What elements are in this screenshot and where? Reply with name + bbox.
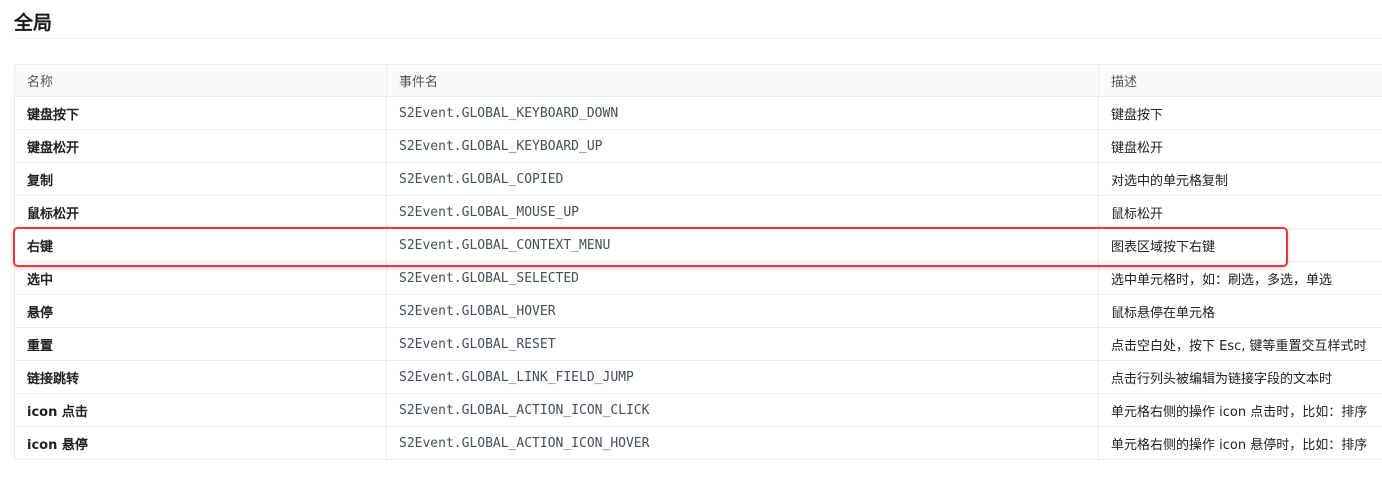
table-row: 链接跳转 S2Event.GLOBAL_LINK_FIELD_JUMP 点击行列…: [14, 360, 1382, 394]
table-row-highlighted: 右键 S2Event.GLOBAL_CONTEXT_MENU 图表区域按下右键: [14, 228, 1382, 262]
row-description: 键盘松开: [1098, 129, 1382, 163]
row-description: 选中单元格时，如：刷选，多选，单选: [1098, 261, 1382, 295]
row-name: icon 悬停: [14, 426, 387, 460]
row-event: S2Event.GLOBAL_COPIED: [386, 162, 1099, 196]
row-event: S2Event.GLOBAL_ACTION_ICON_HOVER: [386, 426, 1099, 460]
row-description: 对选中的单元格复制: [1098, 162, 1382, 196]
table-row: icon 点击 S2Event.GLOBAL_ACTION_ICON_CLICK…: [14, 393, 1382, 427]
table-row: icon 悬停 S2Event.GLOBAL_ACTION_ICON_HOVER…: [14, 426, 1382, 460]
row-description: 鼠标悬停在单元格: [1098, 294, 1382, 328]
row-description: 单元格右侧的操作 icon 悬停时，比如：排序: [1098, 426, 1382, 460]
row-name: 复制: [14, 162, 387, 196]
row-event: S2Event.GLOBAL_ACTION_ICON_CLICK: [386, 393, 1099, 427]
row-event: S2Event.GLOBAL_KEYBOARD_DOWN: [386, 96, 1099, 130]
row-name: 键盘按下: [14, 96, 387, 130]
page-title: 全局: [14, 12, 53, 34]
row-name: 重置: [14, 327, 387, 361]
row-name: 键盘松开: [14, 129, 387, 163]
row-event: S2Event.GLOBAL_KEYBOARD_UP: [386, 129, 1099, 163]
row-name: 鼠标松开: [14, 195, 387, 229]
table-header-row: 名称 事件名 描述: [14, 64, 1382, 97]
row-event: S2Event.GLOBAL_SELECTED: [386, 261, 1099, 295]
row-event: S2Event.GLOBAL_CONTEXT_MENU: [386, 228, 1099, 262]
row-description: 鼠标松开: [1098, 195, 1382, 229]
table-row: 重置 S2Event.GLOBAL_RESET 点击空白处，按下 Esc, 键等…: [14, 327, 1382, 361]
row-name: 右键: [14, 228, 387, 262]
events-table-container: 名称 事件名 描述 键盘按下 S2Event.GLOBAL_KEYBOARD_D…: [14, 64, 1382, 460]
table-row: 键盘按下 S2Event.GLOBAL_KEYBOARD_DOWN 键盘按下: [14, 96, 1382, 130]
row-description: 单元格右侧的操作 icon 点击时，比如：排序: [1098, 393, 1382, 427]
column-header-event: 事件名: [386, 64, 1099, 97]
row-event: S2Event.GLOBAL_LINK_FIELD_JUMP: [386, 360, 1099, 394]
row-event: S2Event.GLOBAL_HOVER: [386, 294, 1099, 328]
row-description: 键盘按下: [1098, 96, 1382, 130]
table-row: 悬停 S2Event.GLOBAL_HOVER 鼠标悬停在单元格: [14, 294, 1382, 328]
row-name: 链接跳转: [14, 360, 387, 394]
table-row: 复制 S2Event.GLOBAL_COPIED 对选中的单元格复制: [14, 162, 1382, 196]
row-description: 点击空白处，按下 Esc, 键等重置交互样式时: [1098, 327, 1382, 361]
table-row: 鼠标松开 S2Event.GLOBAL_MOUSE_UP 鼠标松开: [14, 195, 1382, 229]
table-row: 选中 S2Event.GLOBAL_SELECTED 选中单元格时，如：刷选，多…: [14, 261, 1382, 295]
row-event: S2Event.GLOBAL_MOUSE_UP: [386, 195, 1099, 229]
row-name: 悬停: [14, 294, 387, 328]
table-row: 键盘松开 S2Event.GLOBAL_KEYBOARD_UP 键盘松开: [14, 129, 1382, 163]
row-name: 选中: [14, 261, 387, 295]
row-description: 点击行列头被编辑为链接字段的文本时: [1098, 360, 1382, 394]
title-divider: [14, 38, 1382, 39]
column-header-description: 描述: [1098, 64, 1382, 97]
row-name: icon 点击: [14, 393, 387, 427]
row-description: 图表区域按下右键: [1098, 228, 1382, 262]
row-event: S2Event.GLOBAL_RESET: [386, 327, 1099, 361]
column-header-name: 名称: [14, 64, 387, 97]
events-table: 名称 事件名 描述 键盘按下 S2Event.GLOBAL_KEYBOARD_D…: [14, 64, 1382, 460]
